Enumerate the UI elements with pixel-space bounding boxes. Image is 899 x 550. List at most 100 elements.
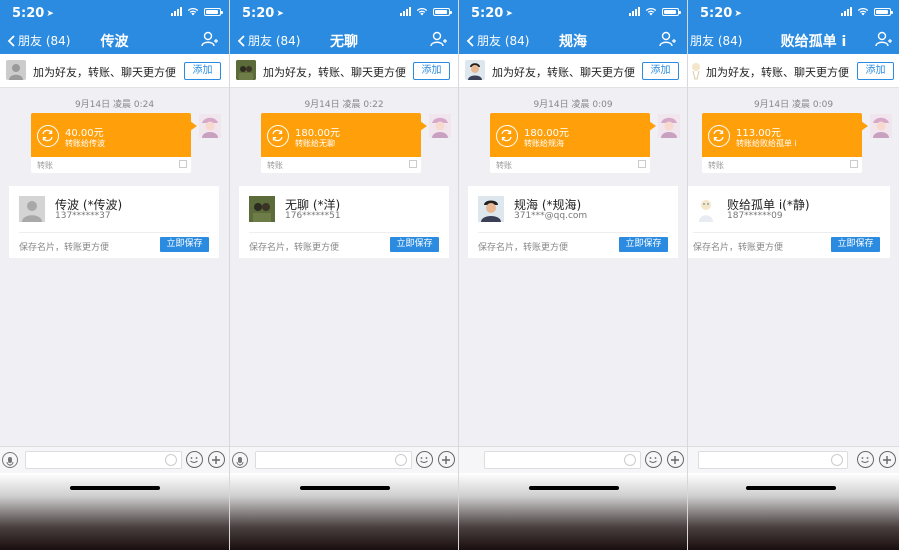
home-indicator[interactable] <box>300 486 390 490</box>
profile-settings-icon[interactable] <box>659 31 677 47</box>
back-label: 朋友 (84) <box>18 34 71 48</box>
message-timestamp: 9月14日 凌晨 0:09 <box>533 100 613 110</box>
transfer-type-icon <box>409 160 417 168</box>
message-timestamp: 9月14日 凌晨 0:22 <box>304 100 384 110</box>
plus-icon[interactable] <box>879 451 896 468</box>
message-input[interactable] <box>698 451 848 469</box>
add-friend-text: 加为好友，转账、聊天更方便 <box>492 66 635 79</box>
message-input[interactable] <box>255 451 412 469</box>
wifi-icon <box>187 8 199 16</box>
chevron-left-icon <box>466 34 474 47</box>
message-input[interactable] <box>484 451 641 469</box>
battery-fill <box>664 9 676 14</box>
transfer-type-icon <box>850 160 858 168</box>
profile-settings-icon[interactable] <box>201 31 219 47</box>
sender-avatar-icon[interactable] <box>658 114 680 138</box>
red-packet-icon[interactable] <box>624 454 636 466</box>
signal-icon <box>841 7 852 16</box>
battery-fill <box>206 9 218 14</box>
red-packet-icon[interactable] <box>831 454 843 466</box>
add-friend-button[interactable]: 添加 <box>642 62 679 80</box>
save-card-button[interactable]: 立即保存 <box>619 237 668 252</box>
contact-account: 137******37 <box>55 211 111 221</box>
red-packet-icon[interactable] <box>165 454 177 466</box>
save-card-button[interactable]: 立即保存 <box>390 237 439 252</box>
voice-icon[interactable] <box>2 452 18 468</box>
location-arrow-icon: ➤ <box>734 9 742 19</box>
transfer-label: 转账 <box>37 161 53 170</box>
header: 5:20 ➤ 朋友 (84) 传波 <box>0 0 229 54</box>
emoji-icon[interactable] <box>857 451 874 468</box>
transfer-bubble[interactable]: 180.00元 转账给规海 转账 <box>490 113 656 173</box>
contact-card: 传波 (*传波) 137******37 保存名片，转账更方便 立即保存 <box>9 186 219 258</box>
profile-settings-icon[interactable] <box>875 31 893 47</box>
battery-fill <box>435 9 447 14</box>
add-friend-button[interactable]: 添加 <box>413 62 450 80</box>
save-card-button[interactable]: 立即保存 <box>160 237 209 252</box>
signal-icon <box>400 7 411 16</box>
sender-avatar-icon[interactable] <box>870 114 892 138</box>
sender-avatar-icon[interactable] <box>199 114 221 138</box>
plus-icon[interactable] <box>438 451 455 468</box>
emoji-icon[interactable] <box>416 451 433 468</box>
battery-fill <box>876 9 888 14</box>
add-friend-bar: 加为好友，转账、聊天更方便 添加 <box>230 54 458 88</box>
red-packet-icon[interactable] <box>395 454 407 466</box>
screenshot-strip: 5:20 ➤ 朋友 (84) 传波 加为好友，转账、聊天更方便 添加 9月14日 … <box>0 0 899 550</box>
signal-icon <box>629 7 640 16</box>
status-icons <box>841 7 893 16</box>
home-indicator[interactable] <box>70 486 160 490</box>
add-friend-bar: 加为好友，转账、聊天更方便 添加 <box>0 54 229 88</box>
contact-account: 371***@qq.com <box>514 211 588 221</box>
chat-panel-chuanbo: 5:20 ➤ 朋友 (84) 传波 加为好友，转账、聊天更方便 添加 9月14日 … <box>0 0 229 550</box>
transfer-bubble[interactable]: 40.00元 转账给传波 转账 <box>31 113 197 173</box>
add-friend-button[interactable]: 添加 <box>184 62 221 80</box>
transfer-icon <box>496 125 518 147</box>
status-icons <box>400 7 452 16</box>
status-time: 5:20 ➤ <box>242 6 284 21</box>
voice-icon[interactable] <box>232 452 248 468</box>
back-button[interactable]: 朋友 (84) <box>6 32 70 49</box>
back-button[interactable]: 朋友 (84) <box>690 32 742 49</box>
emoji-icon[interactable] <box>186 451 203 468</box>
input-bar <box>230 446 458 474</box>
add-friend-button[interactable]: 添加 <box>857 62 894 80</box>
illustration-avatar-icon <box>693 196 719 222</box>
message-timestamp: 9月14日 凌晨 0:24 <box>74 100 155 110</box>
save-card-button[interactable]: 立即保存 <box>831 237 880 252</box>
back-button[interactable]: 朋友 (84) <box>236 32 300 49</box>
sender-avatar-icon[interactable] <box>429 114 451 138</box>
save-hint: 保存名片，转账更方便 <box>478 243 569 253</box>
home-indicator[interactable] <box>746 486 836 490</box>
input-bar <box>688 446 899 474</box>
add-friend-bar: 加为好友，转账、聊天更方便 添加 <box>688 54 899 88</box>
chat-panel-wuliao: 5:20 ➤ 朋友 (84) 无聊 加为好友，转账、聊天更方便 添加 9月14日 … <box>229 0 458 550</box>
status-icons <box>171 7 223 16</box>
transfer-amount: 40.00元 <box>65 128 104 139</box>
status-time: 5:20 ➤ <box>700 6 742 21</box>
back-button[interactable]: 朋友 (84) <box>465 32 529 49</box>
header: 5:20 ➤ 朋友 (84) 败给孤单 i <box>688 0 899 54</box>
default-avatar-icon <box>19 196 45 222</box>
chat-panel-baigei: 5:20 ➤ 朋友 (84) 败给孤单 i 加为好友，转账、聊天更方便 添加 9月… <box>687 0 899 550</box>
location-arrow-icon: ➤ <box>276 9 284 19</box>
transfer-bubble[interactable]: 113.00元 转账给败给孤单 i 转账 <box>702 113 868 173</box>
profile-settings-icon[interactable] <box>430 31 448 47</box>
chevron-left-icon <box>7 34 15 47</box>
home-indicator[interactable] <box>529 486 619 490</box>
plus-icon[interactable] <box>208 451 225 468</box>
status-time: 5:20 ➤ <box>12 6 54 21</box>
input-bar <box>459 446 687 474</box>
transfer-label: 转账 <box>267 161 283 170</box>
emoji-icon[interactable] <box>645 451 662 468</box>
message-input[interactable] <box>25 451 182 469</box>
add-friend-text: 加为好友，转账、聊天更方便 <box>706 66 849 79</box>
transfer-type-icon <box>638 160 646 168</box>
person-photo-avatar-icon <box>478 196 504 222</box>
location-arrow-icon: ➤ <box>505 9 513 19</box>
back-label: 朋友 (84) <box>477 34 530 48</box>
location-arrow-icon: ➤ <box>46 9 54 19</box>
page-title: 败给孤单 i <box>780 34 847 50</box>
plus-icon[interactable] <box>667 451 684 468</box>
transfer-bubble[interactable]: 180.00元 转账给无聊 转账 <box>261 113 427 173</box>
